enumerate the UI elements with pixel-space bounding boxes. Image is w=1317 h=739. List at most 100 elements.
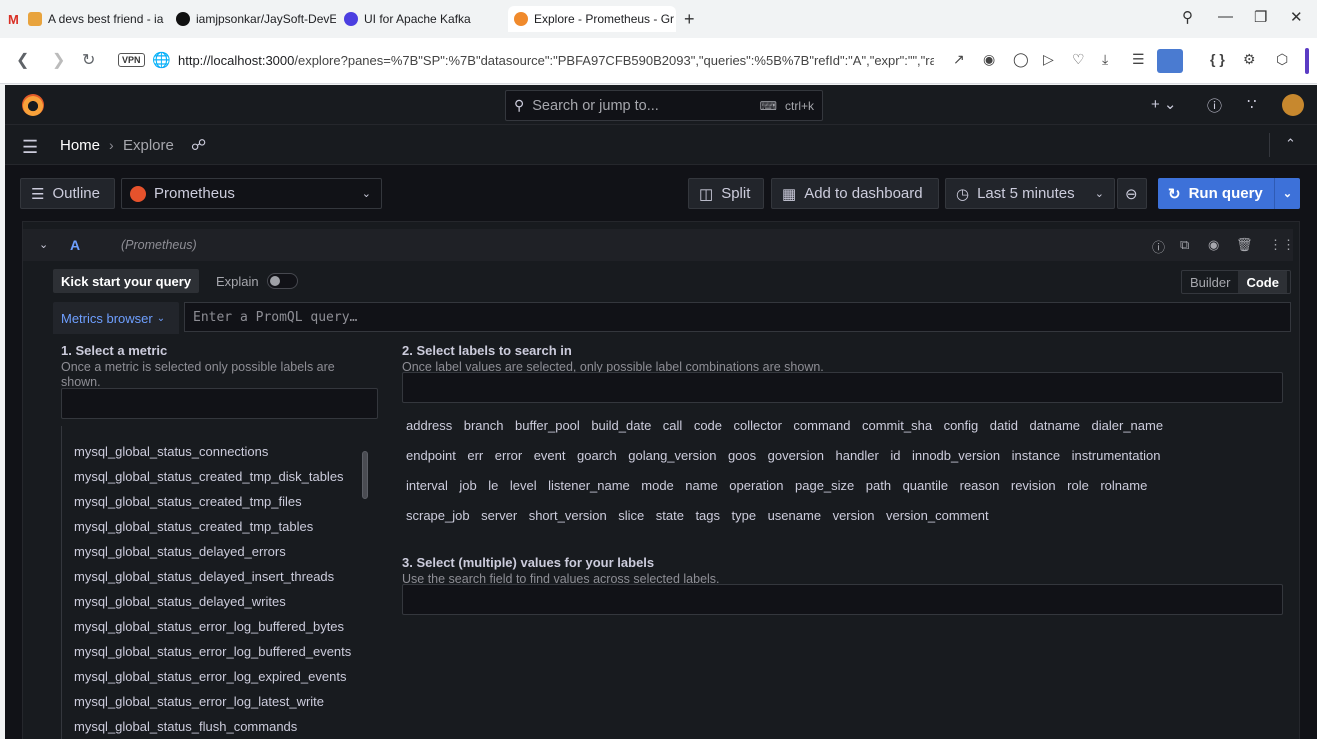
trash-icon[interactable]: 🗑 [1236, 237, 1253, 253]
close-icon[interactable]: ✕ [1290, 8, 1303, 26]
label-chip[interactable]: goversion [768, 448, 824, 463]
datasource-picker[interactable]: Prometheus ⌄ [121, 178, 382, 209]
query-ref-id[interactable]: A [70, 237, 80, 253]
new-tab-icon[interactable]: + [684, 9, 695, 30]
label-chip[interactable]: call [663, 418, 683, 433]
label-chip[interactable]: version [833, 508, 875, 523]
profile-icon[interactable] [1157, 49, 1183, 73]
label-chip[interactable]: golang_version [628, 448, 716, 463]
browser-tab[interactable]: iamjpsonkar/JaySoft-DevE [176, 6, 336, 32]
eye-icon[interactable]: ◉ [1208, 237, 1219, 253]
restore-icon[interactable]: ❐ [1254, 8, 1267, 26]
metric-item[interactable]: mysql_global_status_connections [74, 444, 268, 459]
browser-tab[interactable]: UI for Apache Kafka [344, 6, 504, 32]
label-chip[interactable]: buffer_pool [515, 418, 580, 433]
vpn-badge[interactable]: VPN [118, 53, 145, 67]
play-icon[interactable]: ▷ [1043, 51, 1054, 68]
metric-list[interactable]: mysql_global_status_connections mysql_glo… [61, 426, 369, 739]
extension-icon[interactable]: ⚙ [1243, 51, 1256, 68]
label-chip[interactable]: dialer_name [1092, 418, 1164, 433]
reload-icon[interactable]: ↻ [82, 50, 95, 70]
label-chip[interactable]: address [406, 418, 452, 433]
label-chip[interactable]: build_date [591, 418, 651, 433]
forward-icon[interactable]: ❯ [52, 50, 65, 70]
metric-item[interactable]: mysql_global_status_error_log_latest_wri… [74, 694, 324, 709]
promql-input[interactable]: Enter a PromQL query… [184, 302, 1291, 332]
heart-icon[interactable]: ♡ [1072, 51, 1085, 68]
metric-item[interactable]: mysql_global_status_delayed_errors [74, 544, 286, 559]
label-chip[interactable]: error [495, 448, 522, 463]
metric-item[interactable]: mysql_global_status_created_tmp_files [74, 494, 302, 509]
label-chip[interactable]: commit_sha [862, 418, 932, 433]
camera-icon[interactable]: ◉ [983, 51, 995, 68]
drag-handle-icon[interactable]: ⋮⋮ [1269, 237, 1295, 253]
label-chip[interactable]: command [793, 418, 850, 433]
label-chip[interactable]: le [488, 478, 498, 493]
browser-tab[interactable]: M A devs best friend - ia [8, 6, 168, 32]
label-chip[interactable]: server [481, 508, 517, 523]
browser-search-icon[interactable]: ⚲ [1182, 8, 1193, 26]
label-chip[interactable]: endpoint [406, 448, 456, 463]
duplicate-icon[interactable]: ⧉ [1180, 237, 1189, 253]
label-chip[interactable]: innodb_version [912, 448, 1000, 463]
json-extension-icon[interactable]: { } [1210, 51, 1225, 67]
url-field[interactable]: http://localhost:3000/explore?panes=%7B"… [178, 53, 934, 68]
label-chip[interactable]: datname [1029, 418, 1080, 433]
label-chip[interactable]: operation [729, 478, 783, 493]
label-chip[interactable]: datid [990, 418, 1018, 433]
label-chip[interactable]: id [890, 448, 900, 463]
back-icon[interactable]: ❮ [16, 50, 29, 70]
label-chip[interactable]: instance [1012, 448, 1060, 463]
label-chip[interactable]: level [510, 478, 537, 493]
browser-tab-active[interactable]: Explore - Prometheus - Gr [508, 6, 676, 32]
label-chip[interactable]: name [685, 478, 718, 493]
label-chip[interactable]: job [459, 478, 476, 493]
add-to-dashboard-button[interactable]: ▦ Add to dashboard [771, 178, 939, 209]
label-chip[interactable]: tags [695, 508, 720, 523]
label-chip[interactable]: err [467, 448, 483, 463]
label-chip[interactable]: mode [641, 478, 674, 493]
label-chip[interactable]: type [732, 508, 757, 523]
mode-builder-button[interactable]: Builder [1182, 271, 1238, 293]
label-chip[interactable]: handler [835, 448, 878, 463]
label-chip[interactable]: short_version [529, 508, 607, 523]
add-new-icon[interactable]: + ⌄ [1151, 95, 1177, 113]
hamburger-menu-icon[interactable]: ☰ [22, 137, 38, 158]
split-button[interactable]: ◫ Split [688, 178, 764, 209]
metric-item[interactable]: mysql_global_status_delayed_writes [74, 594, 286, 609]
label-chip[interactable]: collector [734, 418, 782, 433]
label-chip[interactable]: quantile [903, 478, 949, 493]
label-chip[interactable]: slice [618, 508, 644, 523]
minimize-icon[interactable]: — [1218, 8, 1233, 25]
download-icon[interactable]: ⤓ [1102, 51, 1108, 68]
label-chip[interactable]: config [944, 418, 979, 433]
chevron-down-icon[interactable]: ⌄ [1274, 178, 1300, 209]
label-chip[interactable]: goos [728, 448, 756, 463]
metrics-browser-button[interactable]: Metrics browser ⌄ [53, 302, 179, 334]
outline-button[interactable]: ☰ Outline [20, 178, 115, 209]
search-bar[interactable]: ⚲ Search or jump to... ⌨ ctrl+k [505, 90, 823, 121]
label-chip[interactable]: code [694, 418, 722, 433]
label-chip[interactable]: branch [464, 418, 504, 433]
grafana-logo-icon[interactable] [22, 94, 44, 116]
metric-item[interactable]: mysql_global_status_delayed_insert_threa… [74, 569, 334, 584]
zoom-out-button[interactable]: ⊖ [1117, 178, 1147, 209]
label-chip[interactable]: usename [768, 508, 821, 523]
run-query-button[interactable]: ↻ Run query ⌄ [1158, 178, 1300, 209]
news-rss-icon[interactable]: ∵ [1247, 95, 1257, 113]
cube-icon[interactable]: ⬡ [1276, 51, 1288, 68]
label-chip[interactable]: instrumentation [1072, 448, 1161, 463]
user-avatar[interactable] [1282, 94, 1304, 116]
metric-item[interactable]: mysql_global_status_created_tmp_disk_tab… [74, 469, 344, 484]
help-icon[interactable]: ⓘ [1152, 237, 1165, 256]
metric-search-input[interactable] [61, 388, 378, 419]
share-icon[interactable]: ☍ [191, 136, 206, 154]
breadcrumb-home[interactable]: Home [60, 137, 100, 154]
menu-icon[interactable]: ☰ [1132, 51, 1145, 68]
metric-item[interactable]: mysql_global_status_error_log_buffered_b… [74, 619, 344, 634]
label-chip[interactable]: version_comment [886, 508, 989, 523]
metric-item[interactable]: mysql_global_status_created_tmp_tables [74, 519, 313, 534]
label-chip[interactable]: listener_name [548, 478, 630, 493]
label-chip[interactable]: goarch [577, 448, 617, 463]
label-chip[interactable]: state [656, 508, 684, 523]
